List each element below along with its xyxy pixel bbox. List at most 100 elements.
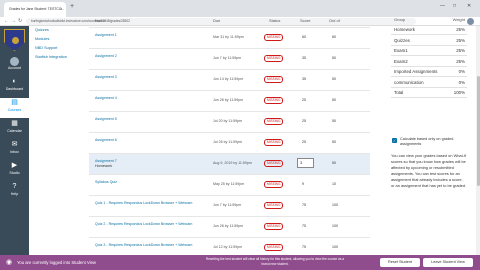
weight-row: Homework 25%	[391, 25, 467, 35]
missing-badge: MISSING	[264, 76, 284, 83]
back-icon[interactable]: ←	[4, 17, 9, 26]
nav-help[interactable]: ? Help	[0, 182, 29, 202]
assignment-link[interactable]: Assignment 7 Homework	[95, 159, 195, 169]
score[interactable]: 25	[302, 119, 306, 123]
missing-badge: MISSING	[264, 34, 284, 41]
points-possible: 100	[332, 224, 338, 228]
assignment-link[interactable]: Quiz 1 - Requires Respondus LockDown Bro…	[95, 201, 195, 206]
nav-dashboard[interactable]: ◐ Dashboard	[0, 77, 29, 97]
points-possible: 50	[332, 56, 336, 60]
assignment-title[interactable]: Assignment 5	[95, 117, 117, 121]
assignment-title[interactable]: Assignment 2	[95, 54, 117, 58]
nav-inbox[interactable]: ✉ Inbox	[0, 140, 29, 160]
weight-row: Quizzes 25%	[391, 36, 467, 46]
course-nav-modules[interactable]: Modules	[29, 35, 89, 44]
table-header: Name Due Status Score Out of	[89, 17, 370, 27]
points-possible: 50	[332, 77, 336, 81]
calculate-graded-only-checkbox[interactable]: ✓	[392, 138, 397, 143]
assignment-link[interactable]: Assignment 5	[95, 117, 195, 122]
tab-close-icon[interactable]: ×	[60, 6, 62, 11]
assignment-link[interactable]: Assignment 1	[95, 33, 195, 38]
nav-studio[interactable]: ▶ Studio	[0, 161, 29, 181]
header-score[interactable]: Score	[300, 18, 310, 23]
maximize-icon[interactable]: □	[453, 3, 456, 9]
reload-icon[interactable]: ↻	[18, 17, 22, 26]
score[interactable]: 35	[302, 56, 306, 60]
header-due[interactable]: Due	[213, 18, 220, 23]
course-nav-starfish[interactable]: Starfish Integration	[29, 53, 89, 62]
assignment-title[interactable]: Assignment 7	[95, 159, 117, 163]
scroll-thumb[interactable]	[476, 76, 480, 186]
avatar-icon	[10, 57, 19, 66]
points-possible: 10	[332, 182, 336, 186]
new-tab-icon[interactable]: +	[70, 3, 74, 10]
score[interactable]: 60	[302, 35, 306, 39]
course-nav-quizzes[interactable]: Quizzes	[29, 26, 89, 35]
due-date: Jun 7 by 11:59pm	[213, 56, 242, 60]
weight-row: Imported Assignments 0%	[391, 67, 467, 77]
inbox-icon: ✉	[11, 141, 18, 148]
group-weight: 100%	[453, 90, 465, 95]
points-possible: 100	[332, 203, 338, 207]
nav-courses[interactable]: ▤ Courses	[0, 98, 29, 118]
course-nav-nbd-support[interactable]: NBD Support	[29, 44, 89, 53]
weights-weight-header: Weight	[452, 17, 465, 22]
due-date: May 25 by 11:59pm	[213, 182, 245, 186]
assignment-title[interactable]: Quiz 3 - Requires Respondus LockDown Bro…	[95, 243, 192, 247]
course-navigation: Quizzes Modules NBD Support Starfish Int…	[29, 26, 89, 96]
page-scrollbar[interactable]	[476, 26, 480, 255]
score[interactable]: 25	[302, 98, 306, 102]
assignment-title[interactable]: Assignment 4	[95, 96, 117, 100]
group-weight: 25%	[456, 48, 465, 53]
header-status[interactable]: Status	[269, 18, 280, 23]
score[interactable]: 25	[302, 140, 306, 144]
weight-row: communication 0%	[391, 78, 467, 88]
table-row: Quiz 1 - Requires Respondus LockDown Bro…	[89, 195, 370, 216]
table-row: Assignment 4 Jun 28 by 11:59pm MISSING 25 50	[89, 90, 370, 111]
assignment-link[interactable]: Assignment 6	[95, 138, 195, 143]
header-name[interactable]: Name	[95, 18, 106, 23]
group-weight: 0%	[458, 69, 465, 74]
nav-calendar[interactable]: ▦ Calendar	[0, 119, 29, 139]
browser-tab[interactable]: Grades for Jane Student: TESTCO...	[4, 2, 66, 17]
assignment-link[interactable]: Assignment 3	[95, 75, 195, 80]
due-date: Aug 9, 2019 by 11:59pm	[213, 161, 252, 165]
assignment-link[interactable]: Quiz 2 - Requires Respondus LockDown Bro…	[95, 222, 195, 227]
group-name: communication	[394, 79, 424, 85]
group-name: Quizzes	[394, 37, 410, 43]
group-name: Exam1	[394, 48, 408, 53]
missing-badge: MISSING	[264, 202, 284, 209]
minimize-icon[interactable]: —	[440, 3, 445, 9]
assignment-title[interactable]: Assignment 3	[95, 75, 117, 79]
assignment-link[interactable]: Assignment 2	[95, 54, 195, 59]
assignment-link[interactable]: Quiz 3 - Requires Respondus LockDown Bro…	[95, 243, 195, 248]
assignment-title[interactable]: Assignment 6	[95, 138, 117, 142]
missing-badge: MISSING	[264, 181, 284, 188]
assignment-link[interactable]: Syllabus Quiz	[95, 180, 195, 185]
score[interactable]: 75	[302, 224, 306, 228]
student-view-message: Resetting the test student will clear al…	[205, 257, 345, 266]
nav-account[interactable]: Account	[0, 56, 29, 76]
what-if-score-input[interactable]: 3	[297, 158, 314, 168]
nav-label: Studio	[9, 171, 20, 175]
assignment-title[interactable]: Quiz 1 - Requires Respondus LockDown Bro…	[95, 201, 192, 205]
eye-icon: ◉	[6, 259, 13, 266]
score[interactable]: 75	[302, 245, 306, 249]
leave-student-view-button[interactable]: Leave Student View	[423, 258, 473, 267]
score[interactable]: 75	[302, 203, 306, 207]
assignment-title[interactable]: Assignment 1	[95, 33, 117, 37]
assignment-link[interactable]: Assignment 4	[95, 96, 195, 101]
reset-student-button[interactable]: Reset Student	[380, 258, 420, 267]
header-out-of[interactable]: Out of	[329, 18, 340, 23]
forward-icon[interactable]: →	[11, 17, 16, 26]
group-name: Total	[394, 90, 404, 95]
assignment-title[interactable]: Syllabus Quiz	[95, 180, 117, 184]
points-possible: 50	[332, 98, 336, 102]
close-window-icon[interactable]: ✕	[467, 3, 471, 9]
score[interactable]: 35	[302, 77, 306, 81]
school-logo[interactable]	[4, 29, 25, 51]
due-date: Mar 31 by 11:59pm	[213, 35, 244, 39]
score[interactable]: 9	[302, 182, 304, 186]
dashboard-icon: ◐	[12, 78, 17, 85]
assignment-title[interactable]: Quiz 2 - Requires Respondus LockDown Bro…	[95, 222, 192, 226]
